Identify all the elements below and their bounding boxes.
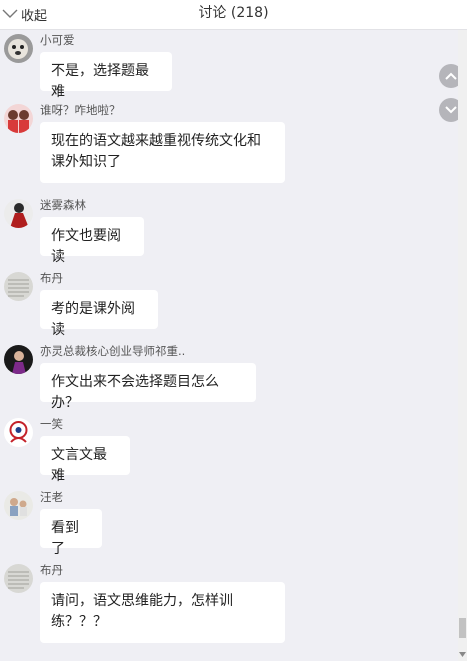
sender-name: 迷雾森林 [40,198,86,212]
discussion-title: 讨论 (218) [198,5,269,21]
message-bubble: 不是，选择题最难 [40,52,172,100]
avatar[interactable] [4,34,33,63]
sender-name: 亦灵总裁核心创业导师祁重.. [40,344,186,358]
sender-name: 布丹 [40,271,63,285]
avatar[interactable] [4,564,33,593]
message-bubble: 作文也要阅读 [40,217,144,265]
sender-name: 汪老 [40,490,63,504]
sender-name: 一笑 [40,417,63,431]
avatar[interactable] [4,104,33,133]
message-bubble: 现在的语文越来越重视传统文化和课外知识了 [40,122,285,183]
message-bubble: 作文出来不会选择题目怎么办？ [40,363,256,411]
message-bubble: 文言文最难 [40,436,130,484]
sender-name: 小可爱 [40,33,75,47]
scrollbar-track[interactable] [458,30,467,661]
triangle-down-icon [459,651,466,657]
avatar[interactable] [4,418,33,447]
message-bubble: 考的是课外阅读 [40,290,158,338]
avatar[interactable] [4,345,33,374]
avatar[interactable] [4,199,33,228]
scrollbar-down-arrow[interactable] [458,648,467,660]
header-bar: 收起 讨论 (218) [0,0,467,30]
chevron-down-icon [445,106,457,114]
message-bubble: 看到了 [40,509,102,557]
sender-name: 谁呀？咋地啦？ [40,103,121,117]
sender-name: 布丹 [40,563,63,577]
scrollbar-thumb[interactable] [459,618,466,638]
message-bubble: 请问，语文思维能力，怎样训练？？？ [40,582,285,643]
avatar[interactable] [4,272,33,301]
avatar[interactable] [4,491,33,520]
chevron-up-icon [445,72,457,80]
